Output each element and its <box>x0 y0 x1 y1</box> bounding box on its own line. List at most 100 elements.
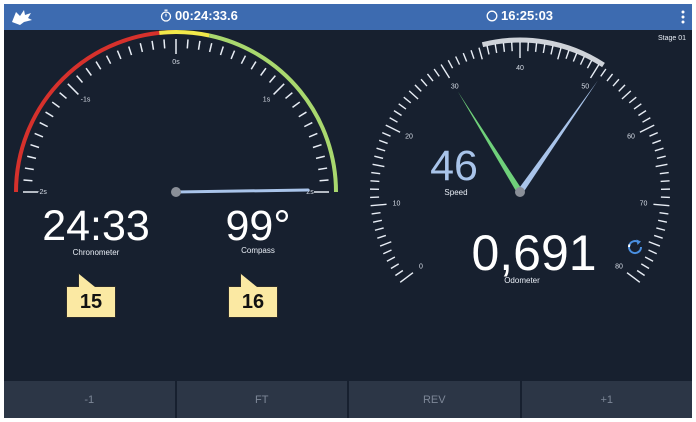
speed-tick <box>379 241 392 247</box>
speed-tick <box>447 59 454 69</box>
chrono-tick <box>298 111 307 118</box>
chrono-tick-label: -1s <box>81 96 91 103</box>
ft-button[interactable]: FT <box>176 381 347 418</box>
chrono-tick <box>319 179 329 182</box>
rally-computer-app: 00:24:33.6 16:25:03 Stage 01 -2s -1s 0s 1s 2… <box>4 4 692 418</box>
chrono-tick-label: 1s <box>263 96 271 103</box>
odometer-value: 0,691 <box>471 225 597 281</box>
gauges-canvas: -2s-1s0s1s2s01020304050607080 <box>14 30 670 283</box>
speed-tick-label: 60 <box>627 134 635 141</box>
speed-tick <box>649 131 659 137</box>
speed-tick <box>586 59 593 69</box>
speed-tick <box>653 234 663 239</box>
chrono-tick <box>312 144 322 149</box>
speed-tick <box>374 155 384 160</box>
chrono-arc-red <box>14 30 177 193</box>
speed-tick <box>381 131 391 137</box>
speed-tick <box>378 139 388 145</box>
speed-tick <box>470 49 475 59</box>
speed-tick-label: 70 <box>640 200 648 207</box>
speed-tick <box>579 56 585 65</box>
speed-tick <box>403 96 412 104</box>
chrono-tick <box>208 43 213 53</box>
bottom-action-bar: -1 FT REV +1 <box>4 381 692 418</box>
speed-tick <box>660 180 670 183</box>
speed-tick <box>420 78 428 87</box>
speed-tick <box>433 68 440 77</box>
chrono-tick <box>76 75 84 83</box>
chrono-tick <box>260 67 267 76</box>
chrono-tick <box>186 39 189 49</box>
speed-tick <box>478 47 483 60</box>
speed-tick <box>606 73 614 82</box>
chrono-needle-hub <box>171 187 181 197</box>
callout-notch-line <box>78 273 79 287</box>
speed-tick <box>589 64 600 79</box>
speed-tick <box>572 52 578 62</box>
speed-tick <box>565 49 570 59</box>
speed-tick <box>394 269 404 277</box>
chrono-tick <box>315 155 325 160</box>
speed-tick <box>393 110 402 117</box>
speed-tick <box>371 171 381 175</box>
speed-tick <box>656 155 666 160</box>
speed-tick <box>502 42 506 52</box>
speed-tick-label: 40 <box>516 65 524 72</box>
chrono-tick <box>27 155 37 160</box>
chronometer-value: 24:33 <box>42 202 150 250</box>
chrono-tick <box>163 39 166 49</box>
chrono-tick <box>24 167 34 171</box>
minus-one-button[interactable]: -1 <box>4 381 175 418</box>
speed-tick <box>639 124 655 133</box>
speed-tick <box>657 219 668 223</box>
chrono-tick <box>85 67 92 76</box>
speed-tick <box>414 84 422 92</box>
speed-needle <box>517 80 598 194</box>
speed-tick <box>618 84 626 92</box>
speed-tick <box>659 211 669 215</box>
chrono-tick <box>51 101 60 108</box>
speed-tick <box>642 117 651 123</box>
rev-button[interactable]: REV <box>349 381 520 418</box>
speed-tick <box>653 203 670 207</box>
speed-tick <box>628 96 637 104</box>
chrono-tick <box>240 55 247 65</box>
chrono-tick <box>268 75 276 83</box>
chrono-tick <box>285 92 293 100</box>
speed-tick <box>542 43 546 54</box>
speed-tick <box>654 147 664 152</box>
speed-tick <box>462 52 468 62</box>
callout-number: 16 <box>241 290 265 313</box>
plus-one-button[interactable]: +1 <box>521 381 692 418</box>
speed-tick <box>372 219 383 223</box>
speed-tick <box>550 45 554 55</box>
speed-needle-hub <box>515 187 525 197</box>
callout-notch-line <box>240 273 241 287</box>
speed-tick <box>408 90 419 100</box>
speed-tick <box>372 163 385 168</box>
chrono-needle <box>174 188 310 194</box>
callout-15: 15 <box>66 273 116 318</box>
refresh-icon[interactable] <box>624 236 646 258</box>
speed-tick <box>399 272 414 283</box>
speed-tick <box>648 241 661 247</box>
speed-tick <box>370 203 387 207</box>
chrono-tick <box>303 121 313 128</box>
speed-tick <box>652 139 662 145</box>
speed-value: 46 <box>430 142 478 190</box>
speed-tick-label: 50 <box>581 84 589 91</box>
chrono-tick <box>128 46 133 56</box>
chrono-tick <box>59 92 67 100</box>
callout-notch <box>79 274 95 287</box>
speed-tick <box>640 263 650 270</box>
speed-tick <box>486 45 490 55</box>
chrono-tick <box>39 121 49 128</box>
chronometer-label: Chronometer <box>72 248 120 257</box>
speed-tick <box>376 147 386 152</box>
chrono-tick <box>230 50 236 60</box>
speed-tick <box>659 171 669 175</box>
speed-tick <box>383 249 392 255</box>
compass-value: 99° <box>225 202 291 250</box>
speed-tick <box>371 211 381 215</box>
speed-tick <box>600 68 607 77</box>
